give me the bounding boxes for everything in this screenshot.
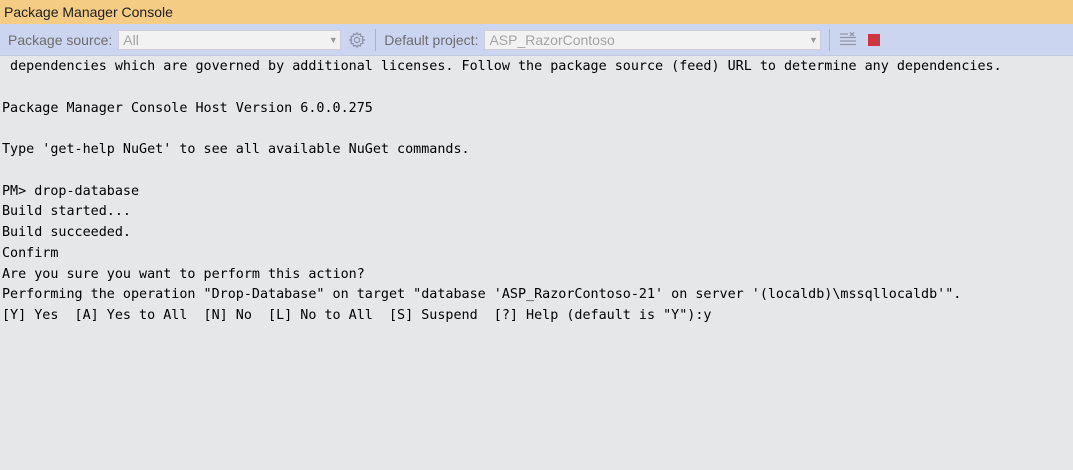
console-line: Build succeeded. xyxy=(2,225,131,240)
console-line: Confirm xyxy=(2,245,59,261)
console-line: PM> drop-database xyxy=(2,183,140,199)
console-line: dependencies which are governed by addit… xyxy=(2,59,1002,74)
stop-icon[interactable] xyxy=(864,30,884,50)
console-output[interactable]: dependencies which are governed by addit… xyxy=(0,57,1073,470)
window-title-bar: Package Manager Console xyxy=(0,0,1073,24)
toolbar-separator xyxy=(375,28,377,51)
default-project-dropdown[interactable]: ASP_RazorContoso ▼ xyxy=(484,29,822,50)
console-line: Package Manager Console Host Version 6.0… xyxy=(2,100,373,116)
console-line: [Y] Yes [A] Yes to All [N] No [L] No to … xyxy=(2,308,712,323)
chevron-down-icon: ▼ xyxy=(328,34,338,45)
default-project-value: ASP_RazorContoso xyxy=(489,31,615,48)
toolbar: Package source: All ▼ Default project: A… xyxy=(0,24,1073,56)
clear-console-icon[interactable] xyxy=(838,30,858,50)
gear-icon[interactable] xyxy=(347,30,367,50)
package-source-value: All xyxy=(123,31,139,48)
console-line: Type 'get-help NuGet' to see all availab… xyxy=(2,142,470,157)
package-source-dropdown[interactable]: All ▼ xyxy=(118,29,342,50)
console-line: Build started... xyxy=(2,204,131,220)
console-line: Are you sure you want to perform this ac… xyxy=(2,266,365,282)
console-line: Performing the operation "Drop-Database"… xyxy=(2,287,962,303)
toolbar-separator xyxy=(829,28,831,51)
chevron-down-icon: ▼ xyxy=(809,34,818,45)
default-project-label: Default project: xyxy=(384,31,479,48)
package-source-label: Package source: xyxy=(8,31,113,48)
window-title: Package Manager Console xyxy=(4,4,173,20)
